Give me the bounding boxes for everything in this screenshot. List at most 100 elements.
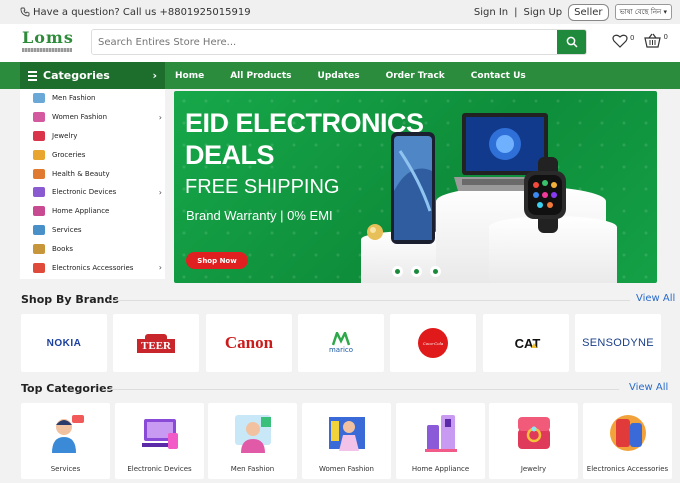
categories-label: Categories — [43, 69, 110, 82]
shop-now-button[interactable]: Shop Now — [186, 252, 248, 269]
nav-link-contact-us[interactable]: Contact Us — [471, 71, 526, 81]
top-categories-title: Top Categories — [21, 382, 114, 395]
women-fashion-illustration — [328, 417, 365, 451]
category-card-electronics-accessories[interactable]: Electronics Accessories — [583, 403, 672, 479]
language-select[interactable]: ভাষা বেছে নিন ▾ — [614, 4, 672, 20]
carousel-dot-3[interactable] — [430, 266, 441, 277]
wishlist-count: 0 — [630, 33, 635, 42]
category-card-home-appliance[interactable]: Home Appliance — [396, 403, 485, 479]
sidebar-item-books[interactable]: Books — [20, 239, 165, 258]
carousel-dot-2[interactable] — [411, 266, 422, 277]
category-label: Services — [50, 465, 81, 473]
teer-logo: TEER — [137, 333, 175, 353]
sidebar-item-label: Home Appliance — [52, 207, 110, 216]
electronic-devices-icon — [33, 187, 45, 198]
sidebar-item-electronics-accessories[interactable]: Electronics Accessories › — [20, 258, 165, 277]
brand-card-coca-cola[interactable]: Coca-Cola — [390, 314, 476, 372]
sensodyne-logo: SENSODYNE — [582, 337, 654, 349]
category-label: Men Fashion — [230, 465, 275, 473]
nav-link-updates[interactable]: Updates — [318, 71, 360, 81]
sidebar-item-electronic-devices[interactable]: Electronic Devices › — [20, 183, 165, 202]
sidebar-item-groceries[interactable]: Groceries — [20, 145, 165, 164]
nav-link-home[interactable]: Home — [175, 71, 204, 81]
sidebar-item-label: Jewelry — [52, 131, 78, 140]
sign-in-link[interactable]: Sign In — [474, 7, 508, 18]
banner-title-line1: EID ELECTRONICS — [185, 108, 424, 138]
brand-card-canon[interactable]: Canon — [206, 314, 292, 372]
top-categories-view-all-link[interactable]: View All — [629, 382, 668, 393]
category-label: Electronics Accessories — [586, 465, 669, 473]
marico-m-icon — [332, 332, 350, 346]
category-card-services[interactable]: Services — [21, 403, 110, 479]
marico-logo: marico — [329, 332, 353, 354]
basket-icon — [644, 33, 662, 48]
smartphone-image — [391, 132, 435, 244]
chevron-down-icon: ▾ — [663, 8, 667, 16]
category-card-women-fashion[interactable]: Women Fashion — [302, 403, 391, 479]
sidebar-item-label: Electronics Accessories — [52, 263, 134, 272]
logo-text: Loms — [22, 28, 74, 47]
canon-logo: Canon — [224, 333, 274, 352]
wishlist-button[interactable]: 0 — [612, 34, 634, 48]
sidebar-item-services[interactable]: Services — [20, 221, 165, 240]
cart-button[interactable]: 0 — [644, 33, 668, 48]
carousel-dots — [392, 266, 441, 277]
sidebar-item-men-fashion[interactable]: Men Fashion — [20, 89, 165, 108]
nav-link-all-products[interactable]: All Products — [230, 71, 291, 81]
coca-cola-logo-text: Coca-Cola — [422, 340, 444, 346]
logo[interactable]: Loms — [22, 30, 74, 54]
electronic-devices-illustration — [141, 419, 178, 449]
brand-card-sensodyne[interactable]: SENSODYNE — [575, 314, 661, 372]
chevron-right-icon: › — [158, 187, 162, 197]
electronics-accessories-illustration — [609, 415, 646, 451]
books-icon — [33, 243, 45, 254]
category-card-men-fashion[interactable]: Men Fashion — [208, 403, 297, 479]
brand-card-cat[interactable]: CAT — [483, 314, 569, 372]
sidebar-item-jewelry[interactable]: Jewelry — [20, 127, 165, 146]
hero-banner[interactable]: EID ELECTRONICS DEALS FREE SHIPPING Bran… — [174, 91, 657, 283]
category-card-electronic-devices[interactable]: Electronic Devices — [115, 403, 204, 479]
header-actions: 0 0 — [612, 33, 668, 48]
language-label: ভাষা বেছে নিন — [619, 8, 662, 16]
sidebar-item-women-fashion[interactable]: Women Fashion › — [20, 108, 165, 127]
main-nav: Categories › Home All Products Updates O… — [0, 62, 680, 89]
jewelry-icon — [33, 130, 45, 141]
banner-subtitle: FREE SHIPPING — [185, 176, 340, 198]
category-label: Home Appliance — [411, 465, 470, 473]
groceries-icon — [33, 149, 45, 160]
search-button[interactable] — [557, 30, 586, 54]
banner-title-line2: DEALS — [185, 140, 275, 170]
brand-card-teer[interactable]: TEER — [113, 314, 199, 372]
sidebar-item-health-beauty[interactable]: Health & Beauty — [20, 164, 165, 183]
cart-count: 0 — [663, 33, 668, 41]
brand-card-nokia[interactable]: NOKIA — [21, 314, 107, 372]
seller-button[interactable]: Seller — [568, 3, 609, 21]
sidebar-item-label: Health & Beauty — [52, 169, 110, 178]
gold-ornament-image — [367, 224, 383, 240]
sidebar-item-label: Women Fashion — [52, 113, 108, 122]
carousel-dot-1[interactable] — [392, 266, 403, 277]
banner-title: EID ELECTRONICS DEALS — [185, 107, 424, 171]
women-fashion-icon — [33, 112, 45, 123]
logo-underline — [22, 48, 72, 52]
brands-divider — [110, 300, 630, 301]
contact-info: Have a question? Call us +8801925015919 — [20, 7, 251, 18]
brands-view-all-link[interactable]: View All — [636, 293, 675, 304]
categories-toggle[interactable]: Categories › — [20, 62, 165, 89]
coca-cola-logo: Coca-Cola — [418, 328, 448, 358]
category-label: Women Fashion — [318, 465, 374, 473]
separator: | — [514, 6, 518, 18]
chevron-right-icon: › — [152, 69, 157, 82]
category-card-jewelry[interactable]: Jewelry — [489, 403, 578, 479]
sidebar-item-label: Groceries — [52, 150, 86, 159]
sidebar-item-home-appliance[interactable]: Home Appliance — [20, 202, 165, 221]
nokia-logo: NOKIA — [46, 337, 82, 349]
teer-logo-text: TEER — [137, 338, 175, 353]
sign-up-link[interactable]: Sign Up — [524, 7, 563, 18]
search-input[interactable] — [92, 30, 557, 54]
brand-card-marico[interactable]: marico — [298, 314, 384, 372]
search-bar — [91, 29, 587, 55]
nav-link-order-track[interactable]: Order Track — [386, 71, 445, 81]
cat-triangle-icon — [531, 342, 538, 348]
electronics-accessories-icon — [33, 262, 45, 273]
